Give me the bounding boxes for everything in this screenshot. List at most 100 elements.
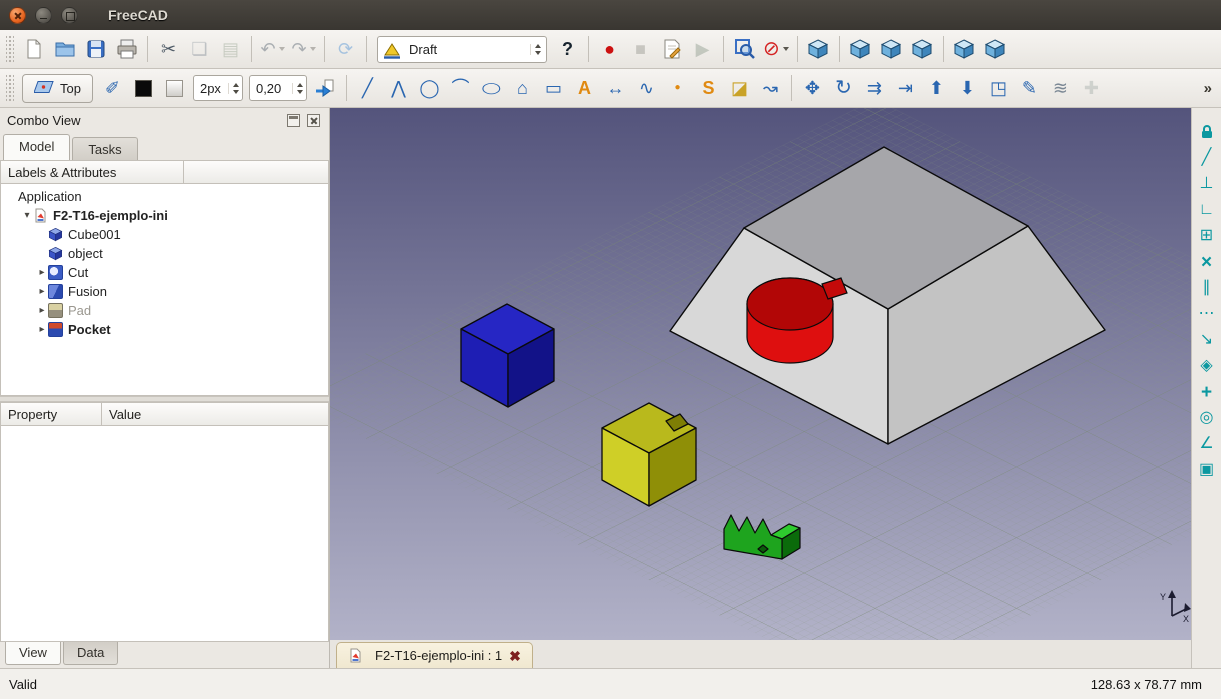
snap-near-toggle[interactable]: ↘ bbox=[1195, 329, 1218, 351]
tree-item-pocket[interactable]: ▸Pocket bbox=[1, 320, 328, 339]
snap-ortho-toggle[interactable]: ◈ bbox=[1195, 355, 1218, 377]
view-top-button[interactable] bbox=[877, 34, 906, 64]
draft-ellipse-tool[interactable]: ◯ bbox=[477, 73, 506, 103]
view-left-button[interactable] bbox=[981, 34, 1010, 64]
working-plane-button[interactable]: Top bbox=[22, 74, 93, 103]
value-column-header[interactable]: Value bbox=[102, 403, 148, 425]
snap-extension-toggle[interactable]: ⋯ bbox=[1195, 303, 1218, 325]
draft-scale-tool[interactable]: ◳ bbox=[984, 73, 1013, 103]
tab-data[interactable]: Data bbox=[63, 642, 118, 665]
macro-edit-button[interactable] bbox=[657, 34, 686, 64]
toolbar-overflow-chevron[interactable]: » bbox=[1204, 80, 1218, 97]
snap-dimensions-toggle[interactable]: ∠ bbox=[1195, 433, 1218, 455]
expand-arrow-icon[interactable]: ▸ bbox=[36, 286, 48, 297]
snap-lock-toggle[interactable] bbox=[1195, 121, 1218, 143]
snap-midpoint-toggle[interactable]: ⊥ bbox=[1195, 173, 1218, 195]
tree-item-pad[interactable]: ▸Pad bbox=[1, 301, 328, 320]
tab-view[interactable]: View bbox=[5, 642, 61, 665]
draft-wire-tool[interactable]: ⋀ bbox=[384, 73, 413, 103]
dropdown-arrow-icon[interactable] bbox=[279, 47, 285, 51]
save-document-button[interactable] bbox=[81, 34, 110, 64]
whats-this-button[interactable]: ? bbox=[553, 34, 582, 64]
view-front-button[interactable] bbox=[846, 34, 875, 64]
draft-point-tool[interactable]: ● bbox=[663, 73, 692, 103]
snap-perpendicular-toggle[interactable]: ∟ bbox=[1195, 199, 1218, 221]
draft-downgrade-tool[interactable]: ⬇ bbox=[953, 73, 982, 103]
draft-offset-tool[interactable]: ⇉ bbox=[860, 73, 889, 103]
tree-item-object[interactable]: object bbox=[1, 244, 328, 263]
toolbar-handle[interactable] bbox=[6, 35, 14, 63]
draft-shapestring-tool[interactable]: S bbox=[694, 73, 723, 103]
tab-tasks[interactable]: Tasks bbox=[72, 137, 137, 160]
property-column-header[interactable]: Property bbox=[1, 403, 102, 425]
3d-scene[interactable]: Y X bbox=[330, 108, 1191, 640]
draft-rectangle-tool[interactable]: ▭ bbox=[539, 73, 568, 103]
apply-current-style-button[interactable] bbox=[311, 73, 340, 103]
face-color-swatch[interactable] bbox=[160, 73, 189, 103]
text-scale-spinbox[interactable]: 0,20 bbox=[249, 75, 307, 101]
draft-upgrade-tool[interactable]: ⬆ bbox=[922, 73, 951, 103]
draft-edit-tool[interactable]: ✎ bbox=[1015, 73, 1044, 103]
macro-record-button[interactable]: ● bbox=[595, 34, 624, 64]
snap-parallel-toggle[interactable]: ∥ bbox=[1195, 277, 1218, 299]
draft-circle-tool[interactable]: ◯ bbox=[415, 73, 444, 103]
workbench-selector[interactable]: Draft bbox=[377, 36, 547, 63]
snap-endpoint-toggle[interactable]: ╱ bbox=[1195, 147, 1218, 169]
collapse-arrow-icon[interactable]: ▾ bbox=[21, 210, 33, 221]
expand-arrow-icon[interactable]: ▸ bbox=[36, 324, 48, 335]
tab-model[interactable]: Model bbox=[3, 134, 70, 160]
document-tab[interactable]: F2-T16-ejemplo-ini : 1 ✖ bbox=[336, 642, 533, 668]
status-message: Valid bbox=[9, 677, 37, 692]
draft-dimension-tool[interactable]: ↔ bbox=[601, 73, 630, 103]
close-document-tab-icon[interactable]: ✖ bbox=[509, 649, 521, 663]
snap-center-toggle[interactable]: ◎ bbox=[1195, 407, 1218, 429]
property-table-body[interactable] bbox=[0, 426, 329, 642]
view-rear-button[interactable] bbox=[950, 34, 979, 64]
snap-intersection-toggle[interactable]: × bbox=[1195, 251, 1218, 273]
tree-item-cube001[interactable]: Cube001 bbox=[1, 225, 328, 244]
panel-float-icon[interactable] bbox=[287, 114, 300, 127]
draft-polygon-tool[interactable]: ⌂ bbox=[508, 73, 537, 103]
tree-item-f2-t16-ejemplo-ini[interactable]: ▾F2-T16-ejemplo-ini bbox=[1, 206, 328, 225]
panel-close-icon[interactable] bbox=[307, 114, 320, 127]
line-width-spinbox[interactable]: 2px bbox=[193, 75, 243, 101]
expand-arrow-icon[interactable]: ▸ bbox=[36, 305, 48, 316]
draft-facebinder-tool[interactable]: ◪ bbox=[725, 73, 754, 103]
fit-all-button[interactable] bbox=[730, 34, 759, 64]
dropdown-arrow-icon[interactable] bbox=[310, 47, 316, 51]
snap-special-toggle[interactable]: + bbox=[1195, 381, 1218, 403]
draft-move-tool[interactable]: ✥ bbox=[798, 73, 827, 103]
tree-item-application[interactable]: Application bbox=[1, 187, 328, 206]
tree-item-fusion[interactable]: ▸Fusion bbox=[1, 282, 328, 301]
window-titlebar[interactable]: FreeCAD bbox=[0, 0, 1221, 30]
snap-grid-toggle[interactable]: ⊞ bbox=[1195, 225, 1218, 247]
print-button[interactable] bbox=[112, 34, 141, 64]
window-close-button[interactable] bbox=[9, 7, 26, 24]
expand-arrow-icon[interactable]: ▸ bbox=[36, 267, 48, 278]
line-color-swatch[interactable] bbox=[129, 73, 158, 103]
draft-rotate-tool[interactable]: ↻ bbox=[829, 73, 858, 103]
workbench-selector-spinner[interactable] bbox=[530, 44, 541, 55]
draw-style-button[interactable]: ⊘ bbox=[761, 34, 791, 64]
new-document-button[interactable] bbox=[19, 34, 48, 64]
draft-arc-tool[interactable]: ⌒ bbox=[446, 73, 475, 103]
tree-item-cut[interactable]: ▸Cut bbox=[1, 263, 328, 282]
toolbar-handle[interactable] bbox=[6, 74, 14, 102]
draft-bezier-tool[interactable]: ↝ bbox=[756, 73, 785, 103]
draft-line-tool[interactable]: ╱ bbox=[353, 73, 382, 103]
cut-button[interactable]: ✂ bbox=[154, 34, 183, 64]
window-minimize-button[interactable] bbox=[35, 7, 52, 24]
toggle-construction-mode-button[interactable]: ✐ bbox=[98, 73, 127, 103]
open-document-button[interactable] bbox=[50, 34, 79, 64]
draft-shape2dview-tool[interactable]: ≋ bbox=[1046, 73, 1075, 103]
view-right-button[interactable] bbox=[908, 34, 937, 64]
draft-trimex-tool[interactable]: ⇥ bbox=[891, 73, 920, 103]
window-maximize-button[interactable] bbox=[61, 7, 78, 24]
3d-viewport[interactable]: Y X bbox=[330, 108, 1191, 640]
draft-text-tool[interactable]: A bbox=[570, 73, 599, 103]
snap-working-plane-toggle[interactable]: ▣ bbox=[1195, 459, 1218, 481]
view-isometric-button[interactable] bbox=[804, 34, 833, 64]
draft-bspline-tool[interactable]: ∿ bbox=[632, 73, 661, 103]
model-tree[interactable]: Application▾F2-T16-ejemplo-iniCube001obj… bbox=[0, 184, 329, 396]
dropdown-arrow-icon[interactable] bbox=[783, 47, 789, 51]
